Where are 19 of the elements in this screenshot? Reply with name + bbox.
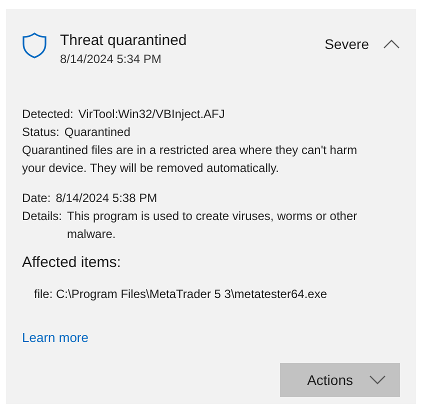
- field-value: 8/14/2024 5:38 PM: [56, 190, 158, 207]
- learn-more-link[interactable]: Learn more: [22, 329, 88, 347]
- field-value: VirTool:Win32/VBInject.AFJ: [78, 106, 225, 123]
- field-label: Details:: [22, 208, 62, 225]
- field-label: Status:: [22, 124, 60, 141]
- collapse-button[interactable]: Severe: [324, 36, 400, 52]
- actions-button[interactable]: Actions: [280, 363, 400, 397]
- chevron-down-icon: [369, 375, 386, 385]
- threat-time: 8/14/2024 5:34 PM: [60, 51, 162, 67]
- affected-file: file: C:\Program Files\MetaTrader 5 3\metatester64.exe: [34, 286, 328, 303]
- threat-title: Threat quarantined: [60, 31, 188, 50]
- field-label: Detected:: [22, 106, 74, 123]
- chevron-up-icon: [383, 39, 400, 49]
- status-note: Quarantined files are in a restricted area where they can't harm your device. They will be removed automatically.: [22, 142, 358, 177]
- shield-icon: [22, 32, 47, 59]
- field-label: Date:: [22, 190, 51, 207]
- field-value: This program is used to create viruses, worms or other malware.: [67, 208, 358, 243]
- field-value: Quarantined: [64, 124, 130, 141]
- section-heading: Affected items:: [22, 253, 122, 273]
